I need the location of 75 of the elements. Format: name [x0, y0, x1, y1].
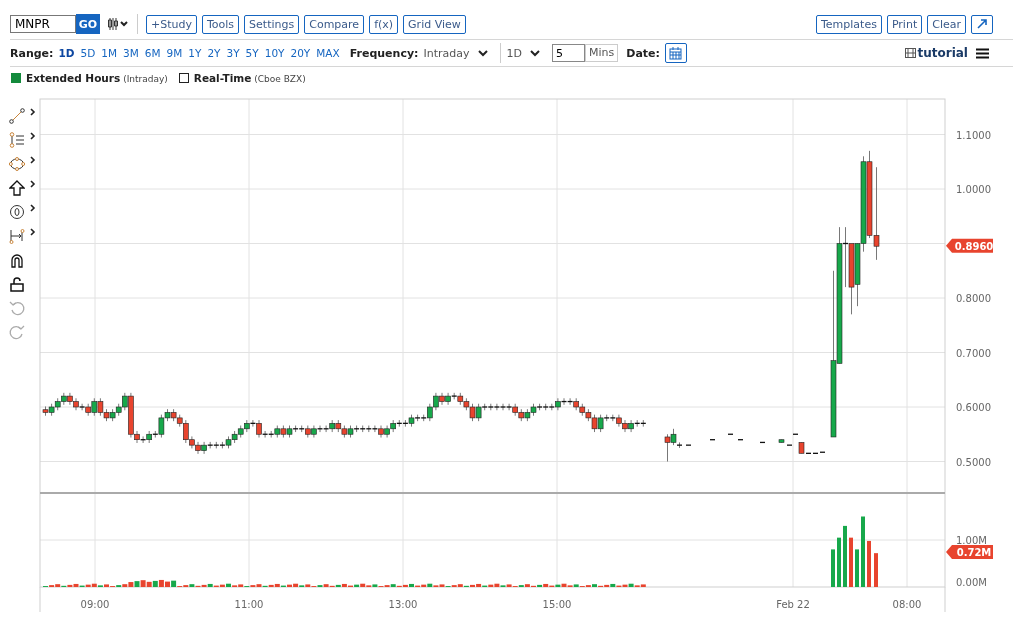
price-axis-label: 1.0000 — [956, 184, 991, 195]
price-axis-label: 0.7000 — [956, 347, 991, 359]
range-option[interactable]: MAX — [316, 47, 340, 59]
range-option[interactable]: 1D — [58, 47, 75, 59]
chevron-down-icon — [530, 49, 540, 57]
symbol-field[interactable]: MNPR — [10, 15, 76, 33]
chevron-down-icon — [477, 49, 488, 57]
price-axis-label: 0.8000 — [956, 293, 991, 304]
unlock-icon[interactable] — [9, 276, 25, 292]
legend-checkbox[interactable] — [11, 73, 21, 83]
range-option[interactable]: 9M — [166, 47, 183, 59]
price-axis-label: 0.6000 — [956, 402, 991, 413]
legend-checkbox[interactable] — [178, 73, 189, 83]
toolbar-button[interactable]: Settings — [244, 14, 300, 34]
levels-tool-icon[interactable] — [9, 132, 25, 148]
time-axis-label: 15:00 — [542, 599, 572, 610]
ellipse-tool-icon[interactable] — [9, 156, 25, 172]
range-option[interactable]: 20Y — [290, 47, 311, 59]
toolbar-button[interactable]: Tools — [202, 14, 240, 34]
time-axis-label: Feb 22 — [776, 599, 810, 610]
range-option[interactable]: 3M — [123, 47, 139, 59]
range-option[interactable]: 1Y — [188, 47, 202, 59]
line-tool-icon[interactable] — [9, 108, 25, 124]
toolbar-button[interactable]: Clear — [927, 14, 966, 34]
range-option[interactable]: 6M — [144, 47, 161, 59]
time-axis-label: 08:00 — [892, 599, 922, 610]
price-axis-label: 0.5000 — [956, 456, 991, 468]
chevron-right-icon[interactable] — [30, 108, 36, 116]
toolbar-button[interactable]: Grid View — [403, 14, 466, 34]
expand-button[interactable] — [971, 14, 993, 34]
toolbar-button[interactable]: Print — [886, 14, 923, 34]
measure-tool-icon[interactable] — [9, 228, 25, 244]
last-price-tag: 0.8960 — [946, 238, 993, 253]
calendar-icon — [669, 46, 683, 60]
price-axis-label: 1.1000 — [956, 129, 991, 141]
legend-label: Extended Hours (Intraday) — [26, 71, 168, 85]
candlestick-type-icon[interactable] — [107, 17, 129, 31]
range-label: Range: — [10, 46, 54, 60]
frequency-dropdown[interactable]: Intraday — [423, 46, 488, 60]
chevron-right-icon[interactable] — [30, 132, 36, 140]
expand-icon — [977, 19, 987, 29]
chevron-right-icon[interactable] — [30, 156, 36, 164]
go-button[interactable]: GO — [76, 14, 100, 34]
last-volume-tag: 0.72M — [946, 545, 993, 559]
calendar-button[interactable] — [664, 43, 687, 63]
arrow-tool-icon[interactable] — [9, 180, 25, 196]
chevron-right-icon[interactable] — [30, 228, 36, 236]
toolbar-button[interactable]: +Study — [146, 14, 197, 34]
range-option[interactable]: 2Y — [207, 47, 221, 59]
range-option[interactable]: 1M — [101, 47, 117, 59]
toolbar-button[interactable]: f(x) — [369, 14, 399, 34]
menu-icon[interactable] — [976, 47, 989, 59]
film-icon — [905, 48, 917, 58]
legend-label: Real-Time (Cboe BZX) — [193, 71, 306, 85]
volume-axis-label: 1.00M — [956, 535, 987, 546]
date-label: Date: — [626, 46, 660, 60]
time-axis-label: 09:00 — [80, 599, 110, 610]
period-dropdown[interactable]: 1D — [506, 46, 540, 60]
toolbar-button[interactable]: Templates — [815, 14, 882, 34]
volume-axis-label: 0.00M — [956, 577, 987, 588]
time-axis-label: 11:00 — [234, 599, 264, 610]
time-axis-label: 13:00 — [388, 599, 418, 610]
tutorial-link[interactable]: tutorial — [905, 46, 968, 60]
frequency-label: Frequency: — [349, 46, 419, 60]
range-option[interactable]: 5D — [80, 47, 96, 59]
interval-unit: Mins — [585, 44, 619, 62]
circle-tool-icon[interactable] — [9, 204, 25, 220]
range-option[interactable]: 10Y — [264, 47, 285, 59]
chevron-right-icon[interactable] — [30, 204, 36, 212]
range-option[interactable]: 3Y — [226, 47, 240, 59]
interval-field[interactable]: 5 — [552, 44, 585, 62]
chevron-right-icon[interactable] — [30, 180, 36, 188]
toolbar-button[interactable]: Compare — [304, 14, 365, 34]
magnet-icon[interactable] — [9, 252, 25, 268]
range-option[interactable]: 5Y — [245, 47, 259, 59]
